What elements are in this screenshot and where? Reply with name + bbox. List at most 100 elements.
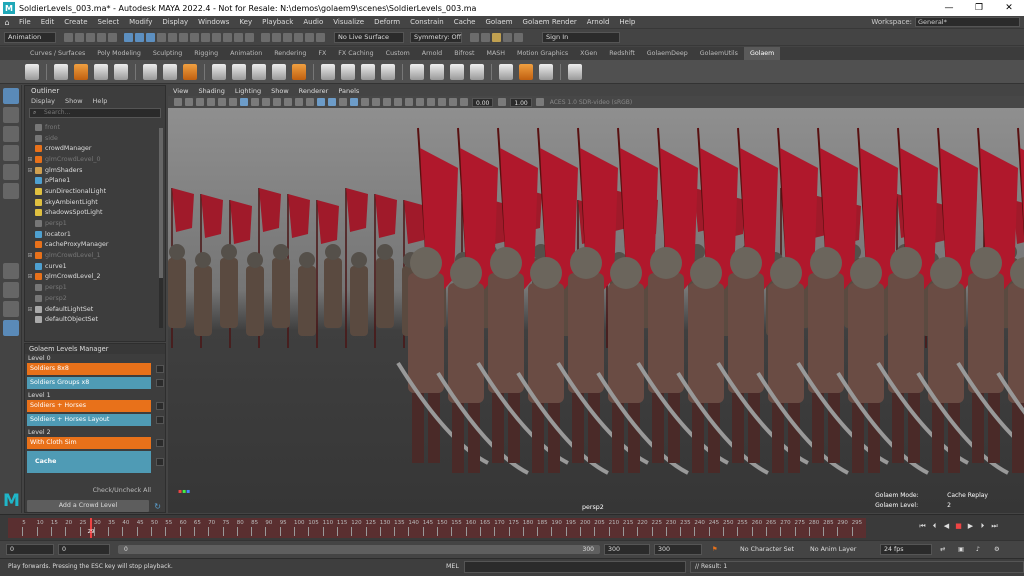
smooth-shade-icon[interactable] <box>327 98 336 106</box>
hypershade-icon[interactable] <box>514 32 523 42</box>
resolution-gate-icon[interactable] <box>261 98 270 106</box>
shelf-tab[interactable]: Bifrost <box>448 47 480 60</box>
anim-layer-dropdown[interactable]: No Anim Layer <box>810 544 856 555</box>
scene-end-field[interactable]: 300 <box>654 544 702 555</box>
level-checkbox[interactable] <box>156 379 164 387</box>
deform-mask-icon[interactable] <box>212 32 221 42</box>
menu-golaem[interactable]: Golaem <box>480 18 517 26</box>
gamma-icon[interactable] <box>497 98 506 106</box>
step-forward-key-button[interactable]: ⏵ <box>978 522 987 531</box>
snap-surface-icon[interactable] <box>305 32 314 42</box>
menu-windows[interactable]: Windows <box>193 18 234 26</box>
current-time-indicator[interactable] <box>89 518 92 538</box>
motion-behavior-icon[interactable] <box>163 63 177 80</box>
multisample-aa-icon[interactable] <box>404 98 413 106</box>
range-slider-bar[interactable]: 0 300 <box>118 545 600 554</box>
history-icon[interactable] <box>470 32 479 42</box>
select-component-icon[interactable] <box>146 32 155 42</box>
wireframe-icon[interactable] <box>316 98 325 106</box>
misc-mask-icon[interactable] <box>245 32 254 42</box>
menu-playback[interactable]: Playback <box>257 18 298 26</box>
outliner-item[interactable]: shadowsSpotLight <box>25 208 165 219</box>
shelf-tab-golaem[interactable]: Golaem <box>743 47 781 60</box>
perspective-viewport[interactable]: ▪▪▪ persp2 Golaem Mode: Cache Replay Gola… <box>168 108 1024 513</box>
menuset-dropdown[interactable]: Animation <box>4 31 56 43</box>
fur-icon[interactable] <box>470 63 484 80</box>
crowd-manager-icon[interactable] <box>25 63 39 80</box>
select-object-icon[interactable] <box>135 32 144 42</box>
menu-golaem-render[interactable]: Golaem Render <box>518 18 582 26</box>
single-perspective-layout-icon[interactable] <box>3 263 19 279</box>
snap-view-icon[interactable] <box>316 32 325 42</box>
shelf-tab[interactable]: Rigging <box>188 47 224 60</box>
step-back-key-button[interactable]: ⏴ <box>930 522 939 531</box>
lasso-tool-icon[interactable] <box>3 107 19 123</box>
level-button-with-cloth-sim[interactable]: With Cloth Sim <box>27 437 151 449</box>
minimize-button[interactable]: — <box>934 3 964 13</box>
level-button-soldiers-horses[interactable]: Soldiers + Horses <box>27 400 151 412</box>
handle-mask-icon[interactable] <box>168 32 177 42</box>
entity-type-icon[interactable] <box>54 63 68 80</box>
level-button-soldiers-horses-layout[interactable]: Soldiers + Horses Layout <box>27 414 151 426</box>
refresh-icon[interactable]: ↻ <box>154 502 161 511</box>
camera-attributes-icon[interactable] <box>184 98 193 106</box>
particle-locator-icon[interactable] <box>183 63 197 80</box>
shelf-tab[interactable]: Poly Modeling <box>91 47 147 60</box>
grease-pencil-icon[interactable] <box>228 98 237 106</box>
menu-help[interactable]: Help <box>614 18 640 26</box>
level-checkbox[interactable] <box>156 439 164 447</box>
terrain-icon[interactable] <box>321 63 335 80</box>
level-checkbox[interactable] <box>156 402 164 410</box>
character-set-dropdown[interactable]: No Character Set <box>740 544 794 555</box>
menu-display[interactable]: Display <box>157 18 193 26</box>
expand-icon[interactable]: ⊞ <box>25 156 35 163</box>
level-checkbox[interactable] <box>156 365 164 373</box>
add-crowd-level-button[interactable]: Add a Crowd Level <box>27 500 149 512</box>
population-tool-icon[interactable] <box>74 63 88 80</box>
menu-cache[interactable]: Cache <box>449 18 481 26</box>
close-button[interactable]: ✕ <box>994 3 1024 13</box>
loop-icon[interactable]: ⇄ <box>940 544 945 555</box>
physics-icon[interactable] <box>410 63 424 80</box>
four-view-layout-icon[interactable] <box>3 282 19 298</box>
fps-dropdown[interactable]: 24 fps <box>880 544 932 555</box>
live-surface-field[interactable]: No Live Surface <box>334 31 404 43</box>
outliner-menu-show[interactable]: Show <box>65 96 83 106</box>
outliner-item[interactable]: ⊞ glmCrowdLevel_2 <box>25 272 165 283</box>
shelf-tab[interactable]: Sculpting <box>147 47 188 60</box>
menu-key[interactable]: Key <box>234 18 257 26</box>
outliner-item[interactable]: cacheProxyManager <box>25 240 165 251</box>
shelf-tab[interactable]: Custom <box>380 47 416 60</box>
cache-playback-icon[interactable]: ▣ <box>958 544 964 555</box>
snap-plane-icon[interactable] <box>294 32 303 42</box>
simulation-tool-icon[interactable] <box>519 63 533 80</box>
rotate-tool-icon[interactable] <box>3 164 19 180</box>
select-tool-icon[interactable] <box>3 88 19 104</box>
shadows-icon[interactable] <box>371 98 380 106</box>
vector-field-icon[interactable] <box>341 63 355 80</box>
curve-mask-icon[interactable] <box>190 32 199 42</box>
simulation-cache-icon[interactable] <box>212 63 226 80</box>
level-checkbox[interactable] <box>156 458 164 466</box>
maximize-button[interactable]: ❐ <box>964 3 994 13</box>
outliner-item[interactable]: persp1 <box>25 218 165 229</box>
menu-edit[interactable]: Edit <box>36 18 60 26</box>
select-hierarchy-icon[interactable] <box>124 32 133 42</box>
ik-icon[interactable] <box>450 63 464 80</box>
grid-icon[interactable] <box>239 98 248 106</box>
level-button-cache[interactable]: Cache <box>27 451 151 473</box>
sign-in-dropdown[interactable]: Sign In <box>542 31 620 43</box>
shelf-tab[interactable]: MASH <box>481 47 511 60</box>
pick-mask-icon[interactable] <box>157 32 166 42</box>
browser-icon[interactable] <box>499 63 513 80</box>
color-management-icon[interactable] <box>536 98 545 106</box>
undo-icon[interactable] <box>97 32 106 42</box>
bookmarks-icon[interactable] <box>195 98 204 106</box>
depth-of-field-icon[interactable] <box>415 98 424 106</box>
surface-mask-icon[interactable] <box>201 32 210 42</box>
menu-arnold[interactable]: Arnold <box>582 18 615 26</box>
viewport-menu-shading[interactable]: Shading <box>193 87 229 95</box>
shelf-tab[interactable]: FX <box>312 47 332 60</box>
outliner-item[interactable]: side <box>25 133 165 144</box>
outliner-item[interactable]: defaultObjectSet <box>25 314 165 325</box>
